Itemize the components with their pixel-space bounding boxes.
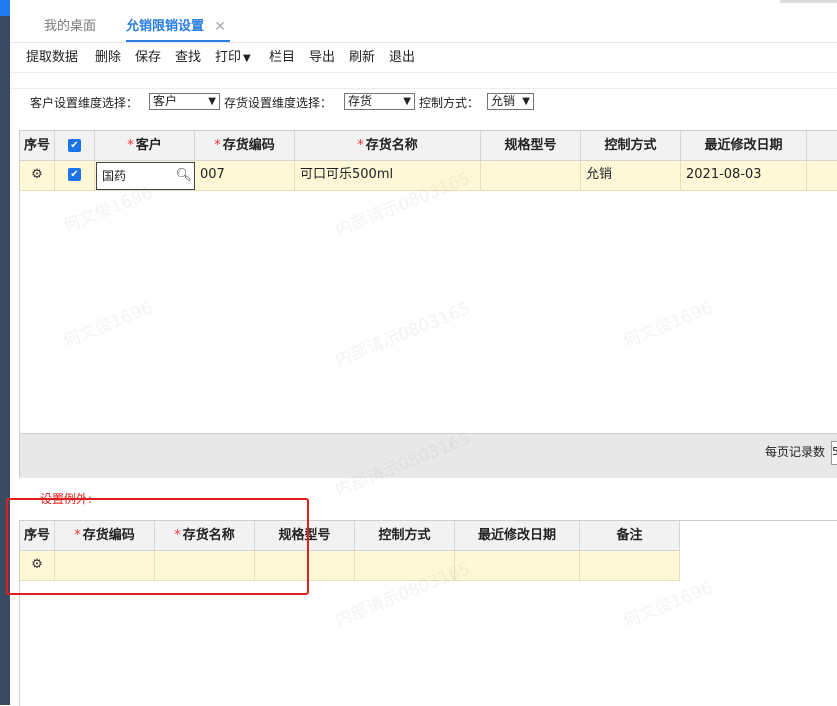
control-method-select[interactable]: 允销 ▼ [487, 93, 534, 110]
col-header-stock-code[interactable]: * 存货编码 [195, 131, 295, 161]
col-header-modified-date[interactable]: 最近修改日期 [681, 131, 807, 161]
stock-name-cell[interactable]: 可口可乐500ml [295, 161, 481, 191]
control-cell[interactable]: 允销 [581, 161, 681, 191]
customer-dimension-select[interactable]: 客户 ▼ [149, 93, 220, 110]
tab-my-desktop[interactable]: 我的桌面 [44, 16, 96, 40]
col-header-index: 序号 [20, 131, 55, 161]
print-button[interactable]: 打印 ▼ [215, 48, 251, 68]
col-header-stock-name[interactable]: * 存货名称 [295, 131, 481, 161]
col-header-remark[interactable]: 备注 [580, 521, 680, 551]
customer-input[interactable]: 国药 🔍︎ [96, 162, 195, 190]
extra-cell [807, 161, 837, 191]
close-icon[interactable]: ✕ [214, 16, 226, 38]
col-header-control[interactable]: 控制方式 [581, 131, 681, 161]
stock-code-cell[interactable]: 007 [195, 161, 295, 191]
customer-input-value: 国药 [102, 169, 127, 183]
remark-cell[interactable] [580, 551, 680, 581]
row-settings-cell[interactable]: ⚙ [20, 161, 55, 191]
left-nav-strip [0, 0, 10, 705]
row-checkbox-cell[interactable]: ✔ [55, 161, 95, 191]
chevron-down-icon: ▼ [243, 53, 251, 64]
left-nav-accent [0, 0, 10, 16]
gear-icon[interactable]: ⚙ [31, 161, 43, 189]
control-method-value: 允销 [491, 94, 516, 108]
find-button[interactable]: 查找 [175, 48, 201, 68]
col-header-control[interactable]: 控制方式 [355, 521, 455, 551]
tab-label: 允销限销设置 [126, 19, 205, 34]
page-size-label: 每页记录数 [765, 445, 826, 459]
checkbox-checked-icon[interactable]: ✔ [68, 139, 81, 152]
tab-bar: 我的桌面 允销限销设置 ✕ [10, 8, 837, 43]
main-grid: 序号 ✔ * 客户 * 存货编码 * 存货名称 规格型号 控制方式 最近修改日期 ⚙ … [19, 130, 837, 478]
tab-allow-restrict-settings[interactable]: 允销限销设置 ✕ [126, 16, 231, 42]
modified-date-cell[interactable]: 2021-08-03 [681, 161, 807, 191]
stock-dimension-label: 存货设置维度选择： [224, 96, 333, 110]
top-corner-bar [780, 0, 837, 3]
pager-bar: 每页记录数 5 [20, 433, 837, 478]
stock-dimension-select[interactable]: 存货 ▼ [344, 93, 415, 110]
col-header-customer[interactable]: * 客户 [95, 131, 195, 161]
chevron-down-icon: ▼ [522, 96, 530, 107]
page-size-select[interactable]: 5 [831, 441, 837, 465]
customer-dimension-value: 客户 [153, 94, 178, 108]
customer-dimension-label: 客户设置维度选择： [30, 96, 139, 110]
filter-bar: 客户设置维度选择： 客户 ▼ 存货设置维度选择： 存货 ▼ 控制方式： 允销 ▼ [10, 88, 837, 117]
chevron-down-icon: ▼ [208, 96, 216, 107]
col-header-extra [807, 131, 837, 161]
spec-cell[interactable] [481, 161, 581, 191]
col-header-modified-date[interactable]: 最近修改日期 [455, 521, 580, 551]
control-method-label: 控制方式： [419, 96, 480, 110]
toolbar: 提取数据 删除 保存 查找 打印 ▼ 栏目 导出 刷新 退出 [10, 44, 837, 73]
page-size-value: 5 [832, 445, 837, 458]
col-header-select-all[interactable]: ✔ [55, 131, 95, 161]
exit-button[interactable]: 退出 [389, 48, 415, 68]
save-button[interactable]: 保存 [135, 48, 161, 68]
checkbox-checked-icon[interactable]: ✔ [68, 168, 81, 181]
refresh-button[interactable]: 刷新 [349, 48, 375, 68]
annotation-highlight-box [6, 498, 309, 595]
col-header-spec[interactable]: 规格型号 [481, 131, 581, 161]
modified-date-cell[interactable] [455, 551, 580, 581]
export-button[interactable]: 导出 [309, 48, 335, 68]
print-label: 打印 [215, 50, 242, 65]
fetch-data-button[interactable]: 提取数据 [26, 48, 78, 68]
search-icon[interactable]: 🔍︎ [175, 163, 192, 189]
stock-dimension-value: 存货 [348, 94, 373, 108]
columns-button[interactable]: 栏目 [269, 48, 295, 68]
chevron-down-icon: ▼ [403, 96, 411, 107]
delete-button[interactable]: 删除 [95, 48, 121, 68]
control-cell[interactable] [355, 551, 455, 581]
